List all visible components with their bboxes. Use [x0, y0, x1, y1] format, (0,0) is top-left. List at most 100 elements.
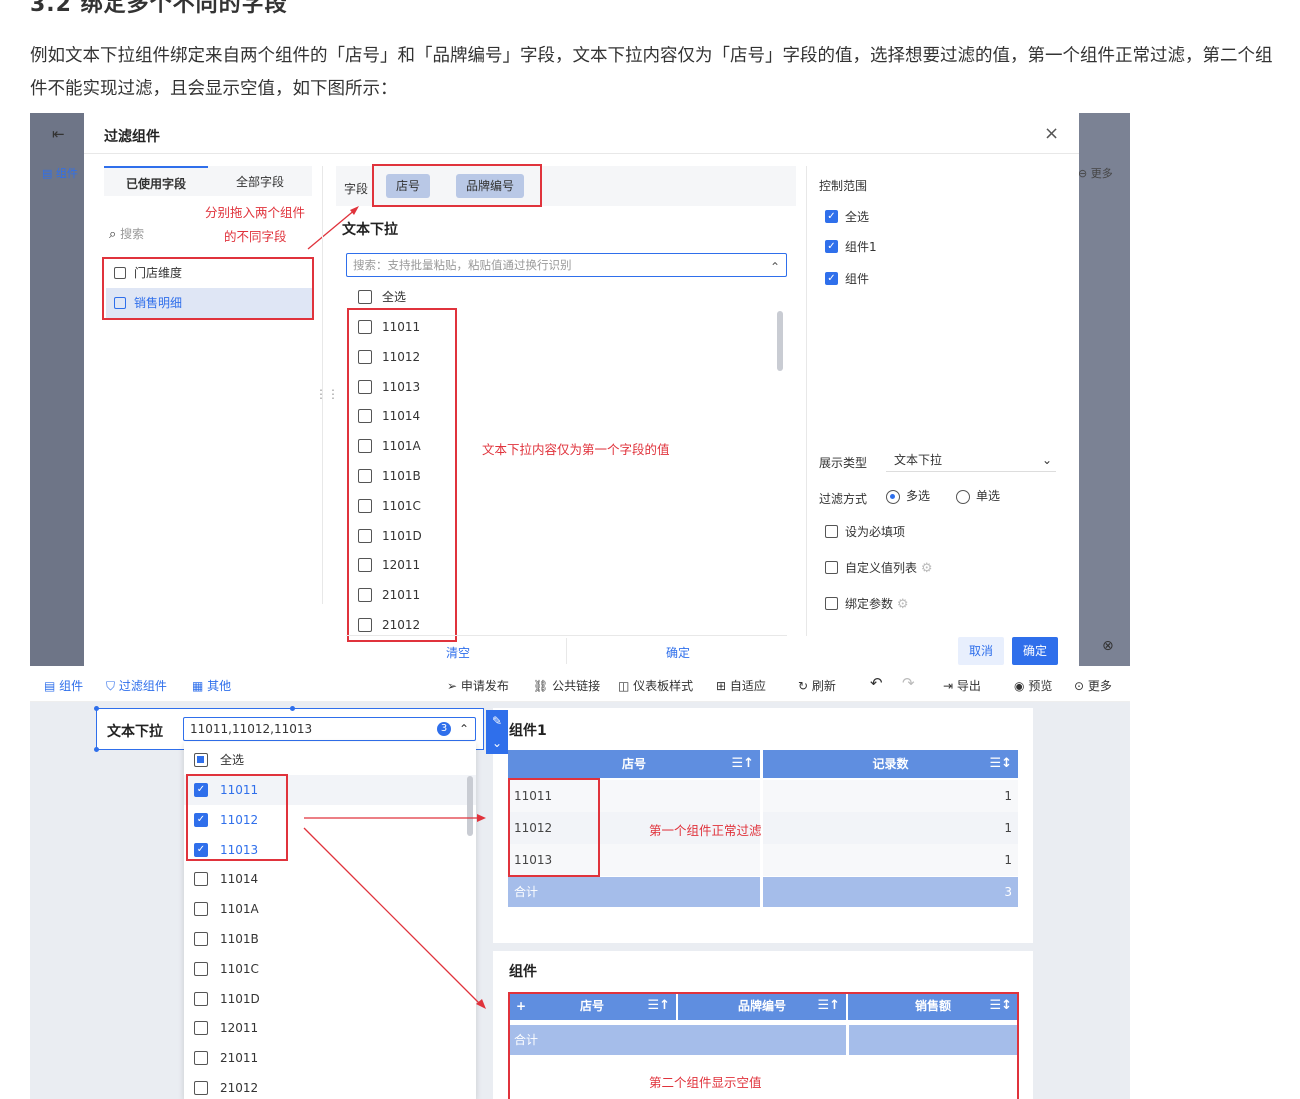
- toolbar-more[interactable]: ⊙ 更多: [1074, 677, 1112, 694]
- checkbox[interactable]: [358, 469, 372, 483]
- checkbox[interactable]: [194, 961, 208, 976]
- checkbox[interactable]: [194, 932, 208, 946]
- dropdown-option[interactable]: 21012: [358, 617, 458, 637]
- clear-button[interactable]: 清空: [446, 644, 470, 661]
- radio-multi[interactable]: 多选: [886, 487, 930, 504]
- dropdown-option[interactable]: 1101A: [358, 438, 458, 458]
- checkbox[interactable]: [358, 498, 372, 513]
- custom-list-option[interactable]: 自定义值列表 ⚙: [825, 561, 933, 577]
- dropdown-option[interactable]: 1101B: [358, 468, 458, 488]
- checkbox[interactable]: [358, 290, 372, 304]
- toolbar-dashboard-style[interactable]: ◫ 仪表板样式: [618, 677, 693, 694]
- checkbox[interactable]: [194, 1081, 208, 1095]
- checkbox-checked[interactable]: ✓: [825, 210, 838, 223]
- column-header-count[interactable]: 记录数 ☰↕: [763, 750, 1018, 778]
- sort-icon[interactable]: ☰↑: [731, 750, 754, 778]
- checkbox[interactable]: [194, 1051, 208, 1066]
- chevron-up-icon[interactable]: ⌃: [459, 718, 469, 740]
- checkbox[interactable]: [358, 588, 372, 603]
- required-option[interactable]: 设为必填项: [825, 525, 905, 541]
- toolbar-filter-component[interactable]: ⛉ 过滤组件: [106, 677, 167, 694]
- checkbox-checked[interactable]: ✓: [825, 272, 838, 285]
- radio-single[interactable]: 单选: [956, 487, 1000, 504]
- gear-icon[interactable]: ⚙: [897, 597, 909, 612]
- field-search[interactable]: ⌕ 搜索: [109, 225, 144, 242]
- toolbar-refresh[interactable]: ↻ 刷新: [798, 677, 836, 694]
- resize-handle[interactable]: [290, 706, 295, 711]
- range-component1[interactable]: ✓ 组件1: [825, 240, 877, 256]
- ok-button[interactable]: 确定: [1012, 637, 1058, 665]
- toolbar-publish[interactable]: ➢ 申请发布: [447, 677, 509, 694]
- checkbox[interactable]: [358, 528, 372, 543]
- toolbar-other[interactable]: ▦ 其他: [192, 677, 231, 694]
- resize-handle[interactable]: [94, 747, 99, 752]
- bind-param-option[interactable]: 绑定参数 ⚙: [825, 597, 909, 613]
- annotation-component2: 第二个组件显示空值: [649, 1075, 762, 1090]
- dropdown-option[interactable]: 11011: [358, 319, 458, 339]
- resize-handle[interactable]: [94, 706, 99, 711]
- toolbar-label: 更多: [1087, 679, 1112, 693]
- undo-icon[interactable]: ↶: [870, 674, 883, 692]
- option-label: 1101B: [220, 932, 259, 946]
- column-header-store[interactable]: 店号 ☰↑: [508, 750, 760, 778]
- cancel-button[interactable]: 取消: [958, 637, 1004, 665]
- gear-icon[interactable]: ⚙: [921, 561, 933, 576]
- checkbox[interactable]: [358, 349, 372, 364]
- checkbox[interactable]: [358, 439, 372, 454]
- checkbox[interactable]: [194, 902, 208, 917]
- toolbar-preview[interactable]: ◉ 预览: [1014, 677, 1052, 694]
- tab-used-fields[interactable]: 已使用字段: [104, 166, 208, 196]
- dropdown-option[interactable]: 1101D: [358, 528, 458, 548]
- control-select[interactable]: 11011,11012,11013 3 ⌃: [183, 717, 476, 741]
- toolbar-adaptive[interactable]: ⊞ 自适应: [716, 677, 766, 694]
- confirm-button[interactable]: 确定: [666, 644, 690, 661]
- radio-label: 多选: [906, 489, 931, 503]
- checkbox[interactable]: [194, 872, 208, 887]
- checkbox[interactable]: [358, 618, 372, 632]
- dropdown-menu-icon[interactable]: ⌄: [486, 732, 508, 754]
- dropdown-option[interactable]: 21011: [358, 587, 458, 607]
- dropdown-option[interactable]: 11014: [358, 408, 458, 428]
- redo-icon[interactable]: ↷: [902, 674, 915, 692]
- refresh-icon: ↻: [798, 679, 809, 693]
- sort-icon[interactable]: ☰↕: [989, 750, 1012, 778]
- dropdown-option[interactable]: 11012: [358, 349, 458, 369]
- dropdown-search[interactable]: 搜索：支持批量粘贴，粘贴值通过换行识别 ⌃: [346, 253, 787, 277]
- scrollbar[interactable]: [777, 311, 783, 371]
- display-type-select[interactable]: 文本下拉 ⌄: [886, 448, 1056, 472]
- radio-icon[interactable]: [956, 489, 970, 504]
- checkbox[interactable]: [825, 561, 838, 574]
- checkbox[interactable]: [358, 379, 372, 394]
- dropdown-option[interactable]: 12011: [358, 557, 458, 577]
- checkbox-partial[interactable]: [194, 753, 208, 767]
- toolbar-export[interactable]: ⇥ 导出: [943, 677, 981, 694]
- control-option[interactable]: 21011: [194, 1050, 344, 1070]
- option-select-all[interactable]: 全选: [194, 752, 344, 772]
- dropdown-option[interactable]: 11013: [358, 379, 458, 399]
- tab-all-fields[interactable]: 全部字段: [208, 166, 312, 196]
- checkbox[interactable]: [825, 597, 838, 610]
- radio-icon[interactable]: [886, 489, 900, 504]
- control-option[interactable]: 12011: [194, 1020, 344, 1040]
- checkbox[interactable]: [825, 525, 838, 538]
- range-select-all[interactable]: ✓ 全选: [825, 210, 869, 226]
- dropdown-option[interactable]: 1101C: [358, 498, 458, 518]
- checkbox[interactable]: [358, 409, 372, 424]
- range-component[interactable]: ✓ 组件: [825, 272, 869, 288]
- chevron-up-icon[interactable]: ⌃: [770, 256, 780, 278]
- toolbar-component[interactable]: ▤ 组件: [44, 677, 83, 694]
- drag-handle-icon[interactable]: ⋮⋮: [315, 387, 339, 401]
- search-placeholder: 搜索: [120, 227, 145, 241]
- back-icon[interactable]: ⇤: [52, 125, 65, 143]
- collapse-icon[interactable]: ⊗: [1102, 638, 1114, 654]
- close-icon[interactable]: ×: [1044, 123, 1059, 144]
- control-option[interactable]: 21012: [194, 1080, 344, 1099]
- edit-icon[interactable]: ✎: [486, 710, 508, 732]
- checkbox[interactable]: [358, 558, 372, 573]
- checkbox[interactable]: [194, 1021, 208, 1036]
- option-select-all[interactable]: 全选: [358, 289, 458, 309]
- toolbar-public-link[interactable]: ⛓ 公共链接: [533, 677, 600, 694]
- checkbox-checked[interactable]: ✓: [825, 240, 838, 253]
- checkbox[interactable]: [358, 320, 372, 334]
- checkbox[interactable]: [194, 991, 208, 1006]
